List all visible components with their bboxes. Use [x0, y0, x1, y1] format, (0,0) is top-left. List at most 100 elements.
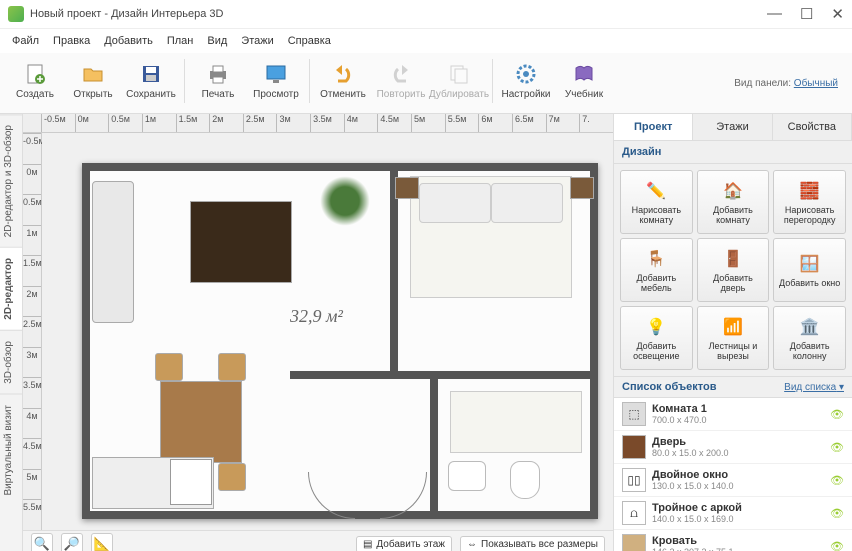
tab-properties[interactable]: Свойства: [773, 114, 852, 140]
tab-virtual-visit[interactable]: Виртуальный визит: [0, 394, 22, 506]
chair-object[interactable]: [218, 353, 246, 381]
objects-header: Список объектов Вид списка ▾: [614, 376, 852, 398]
bed-icon: [622, 534, 646, 551]
menu-floors[interactable]: Этажи: [235, 33, 279, 49]
undo-label: Отменить: [320, 89, 366, 100]
menu-edit[interactable]: Правка: [47, 33, 96, 49]
list-item[interactable]: ⩍Тройное с аркой140.0 x 15.0 x 169.0👁: [614, 497, 852, 530]
panel-mode-link[interactable]: Обычный: [794, 78, 838, 89]
duplicate-icon: [447, 62, 471, 86]
chair-object[interactable]: [218, 463, 246, 491]
zoom-in-button[interactable]: 🔍: [31, 533, 53, 551]
plant-object[interactable]: [320, 176, 370, 226]
menu-view[interactable]: Вид: [201, 33, 233, 49]
add-column-button[interactable]: 🏛️Добавить колонну: [773, 306, 846, 370]
visibility-icon[interactable]: 👁: [830, 540, 844, 551]
bed-object[interactable]: [410, 176, 572, 298]
sofa-object[interactable]: [92, 181, 134, 323]
list-item[interactable]: ▯▯Двойное окно130.0 x 15.0 x 140.0👁: [614, 464, 852, 497]
interior-wall[interactable]: [290, 371, 598, 379]
nightstand-object[interactable]: [570, 177, 594, 199]
table-object[interactable]: [160, 381, 242, 463]
room-icon: ⬚: [622, 402, 646, 426]
save-label: Сохранить: [126, 89, 176, 100]
floorplan-canvas[interactable]: 32,9 м²: [42, 133, 613, 530]
minimize-button[interactable]: —: [767, 5, 782, 23]
redo-label: Повторить: [377, 89, 426, 100]
open-button[interactable]: Открыть: [64, 55, 122, 107]
menu-file[interactable]: Файл: [6, 33, 45, 49]
room-outline[interactable]: 32,9 м²: [82, 163, 598, 519]
chair-icon: 🪑: [645, 248, 667, 270]
create-label: Создать: [16, 89, 54, 100]
print-label: Печать: [202, 89, 235, 100]
visibility-icon[interactable]: 👁: [830, 507, 844, 520]
add-door-button[interactable]: 🚪Добавить дверь: [697, 238, 770, 302]
menu-plan[interactable]: План: [161, 33, 200, 49]
list-view-mode-link[interactable]: Вид списка ▾: [784, 382, 844, 393]
stove-object[interactable]: [170, 459, 212, 505]
add-floor-button[interactable]: ▤Добавить этаж: [356, 536, 452, 551]
tab-2d-editor[interactable]: 2D-редактор: [0, 247, 22, 330]
add-lighting-button[interactable]: 💡Добавить освещение: [620, 306, 693, 370]
save-button[interactable]: Сохранить: [122, 55, 180, 107]
show-dimensions-button[interactable]: ⇔Показывать все размеры: [460, 536, 605, 551]
create-button[interactable]: Создать: [6, 55, 64, 107]
visibility-icon[interactable]: 👁: [830, 408, 844, 421]
visibility-icon[interactable]: 👁: [830, 441, 844, 454]
undo-button[interactable]: Отменить: [314, 55, 372, 107]
column-icon: 🏛️: [799, 316, 821, 338]
print-button[interactable]: Печать: [189, 55, 247, 107]
close-button[interactable]: ✕: [831, 5, 844, 23]
list-item[interactable]: Дверь80.0 x 15.0 x 200.0👁: [614, 431, 852, 464]
preview-button[interactable]: Просмотр: [247, 55, 305, 107]
area-label: 32,9 м²: [290, 306, 343, 327]
tab-project[interactable]: Проект: [614, 114, 693, 140]
measure-button[interactable]: 📐: [91, 533, 113, 551]
list-item[interactable]: ⬚Комната 1700.0 x 470.0👁: [614, 398, 852, 431]
toilet-object[interactable]: [510, 461, 540, 499]
stairs-icon: ▤: [363, 539, 372, 550]
dimensions-icon: ⇔: [467, 539, 477, 550]
add-window-button[interactable]: 🪟Добавить окно: [773, 238, 846, 302]
add-furniture-button[interactable]: 🪑Добавить мебель: [620, 238, 693, 302]
tab-2d-3d-combo[interactable]: 2D-редактор и 3D-обзор: [0, 114, 22, 247]
duplicate-button[interactable]: Дублировать: [430, 55, 488, 107]
open-label: Открыть: [73, 89, 112, 100]
visibility-icon[interactable]: 👁: [830, 474, 844, 487]
zoom-out-button[interactable]: 🔎: [61, 533, 83, 551]
list-item[interactable]: Кровать146.2 x 207.3 x 75.1👁: [614, 530, 852, 551]
interior-wall[interactable]: [430, 379, 438, 519]
add-room-icon: 🏠: [722, 180, 744, 202]
titlebar: Новый проект - Дизайн Интерьера 3D — ☐ ✕: [0, 0, 852, 29]
menu-help[interactable]: Справка: [282, 33, 337, 49]
door-arc[interactable]: [308, 472, 355, 519]
window-icon: ▯▯: [622, 468, 646, 492]
sink-object[interactable]: [448, 461, 486, 491]
add-room-button[interactable]: 🏠Добавить комнату: [697, 170, 770, 234]
draw-room-button[interactable]: ✏️Нарисовать комнату: [620, 170, 693, 234]
draw-partition-button[interactable]: 🧱Нарисовать перегородку: [773, 170, 846, 234]
tab-3d-view[interactable]: 3D-обзор: [0, 330, 22, 394]
ruler-horizontal: -0.5м0м0.5м1м1.5м2м2.5м3м3.5м4м4.5м5м5.5…: [23, 114, 613, 133]
settings-button[interactable]: Настройки: [497, 55, 555, 107]
chair-object[interactable]: [155, 353, 183, 381]
maximize-button[interactable]: ☐: [800, 5, 813, 23]
tutorial-button[interactable]: Учебник: [555, 55, 613, 107]
folder-open-icon: [81, 62, 105, 86]
gear-icon: [514, 62, 538, 86]
preview-label: Просмотр: [253, 89, 299, 100]
nightstand-object[interactable]: [395, 177, 419, 199]
save-icon: [139, 62, 163, 86]
door-arc[interactable]: [380, 472, 427, 519]
menu-add[interactable]: Добавить: [98, 33, 159, 49]
tab-floors[interactable]: Этажи: [693, 114, 772, 140]
stairs-cutouts-button[interactable]: 📶Лестницы и вырезы: [697, 306, 770, 370]
single-bed-object[interactable]: [450, 391, 582, 453]
bulb-icon: 💡: [645, 316, 667, 338]
tutorial-label: Учебник: [565, 89, 603, 100]
redo-button[interactable]: Повторить: [372, 55, 430, 107]
door-icon: 🚪: [722, 248, 744, 270]
settings-label: Настройки: [501, 89, 550, 100]
rug-object[interactable]: [190, 201, 292, 283]
